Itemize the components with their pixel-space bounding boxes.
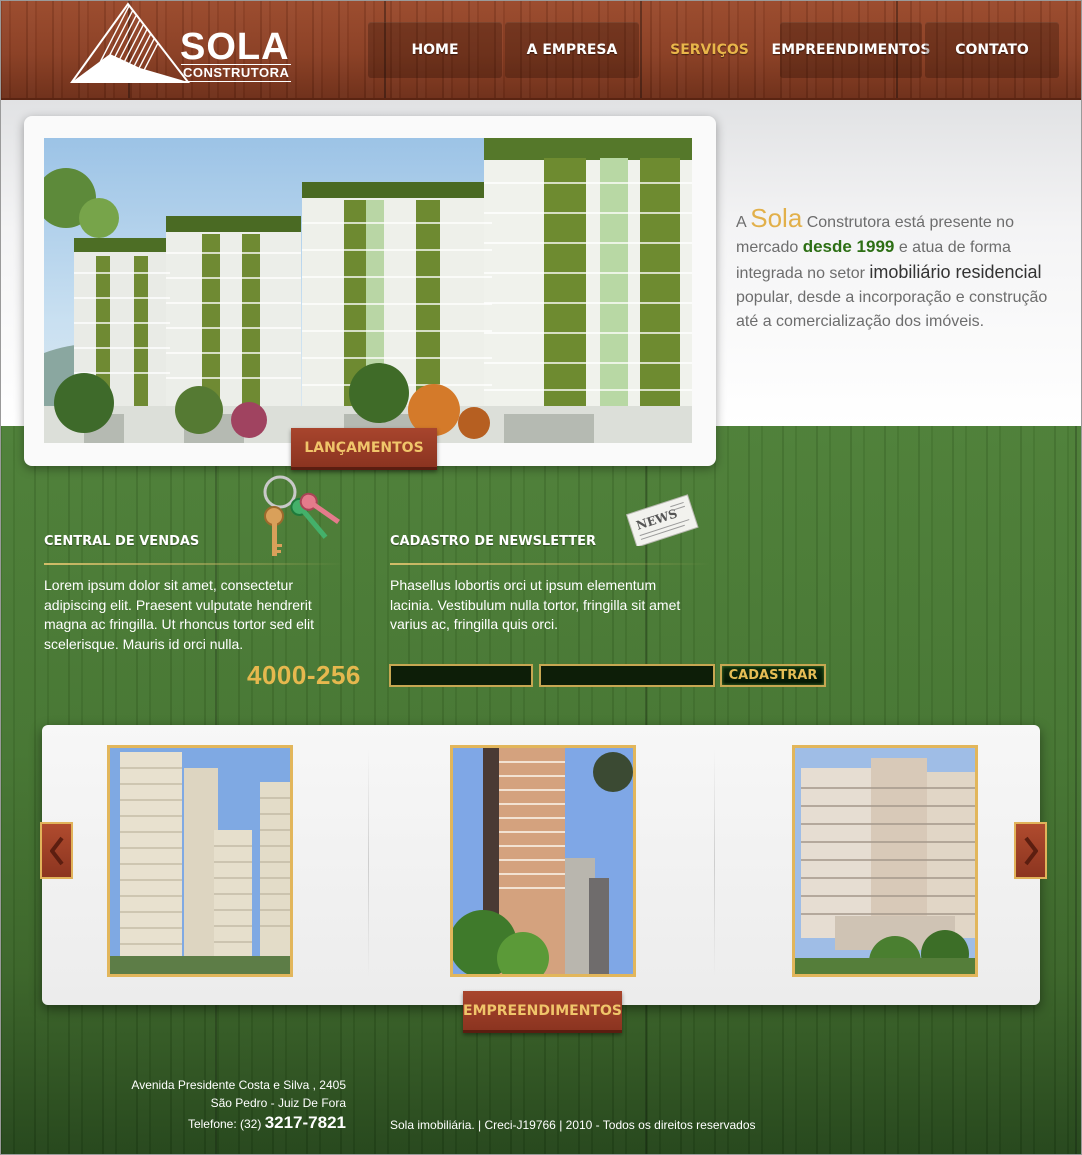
carousel-divider	[714, 748, 715, 978]
lancamentos-badge[interactable]: LANÇAMENTOS	[291, 428, 437, 470]
main-nav: HOME A EMPRESA SERVIÇOS EMPREENDIMENTOS …	[368, 22, 1062, 78]
logo-subtitle: CONSTRUTORA	[181, 64, 292, 82]
nav-contato[interactable]: CONTATO	[925, 22, 1059, 78]
newspaper-icon: NEWS	[625, 494, 699, 546]
intro-paragraph: A Sola Construtora está presente no merc…	[736, 203, 1056, 334]
logo[interactable]: SOLA CONSTRUTORA	[70, 2, 292, 84]
carousel-prev-button[interactable]	[40, 822, 73, 879]
newsletter-name-input[interactable]	[389, 664, 533, 687]
sales-title: CENTRAL DE VENDAS	[44, 534, 200, 549]
nav-servicos[interactable]: SERVIÇOS	[642, 22, 777, 78]
header: SOLA CONSTRUTORA HOME A EMPRESA SERVIÇOS…	[0, 0, 1082, 100]
logo-mountain-icon	[70, 2, 191, 83]
sales-text: Lorem ipsum dolor sit amet, consectetur …	[44, 577, 315, 652]
footer-phone-number: 3217-7821	[264, 1113, 346, 1132]
chevron-right-icon	[1023, 836, 1038, 865]
sales-divider	[44, 563, 344, 565]
nav-a-empresa[interactable]: A EMPRESA	[505, 22, 639, 78]
newsletter-text: Phasellus lobortis orci ut ipsum element…	[390, 577, 681, 632]
footer-phone-label: Telefone: (32)	[187, 1117, 265, 1131]
footer-phone: Telefone: (32) 3217-7821	[80, 1114, 346, 1133]
hero-building-image[interactable]	[44, 138, 692, 443]
tower-image	[453, 748, 633, 974]
sales-phone: 4000-256	[247, 660, 361, 690]
nav-empreendimentos[interactable]: EMPREENDIMENTOS	[772, 22, 930, 78]
building-illustration	[44, 138, 692, 443]
intro-since: desde 1999	[802, 237, 895, 256]
footer-copyright: Sola imobiliária. | Creci-J19766 | 2010 …	[390, 1118, 756, 1132]
carousel-thumb-2[interactable]	[450, 745, 636, 977]
intro-a: A	[736, 214, 751, 231]
carousel-thumb-1[interactable]	[107, 745, 293, 977]
tower-image	[110, 748, 290, 974]
nav-home[interactable]: HOME	[368, 22, 502, 78]
newsletter-title: CADASTRO DE NEWSLETTER	[390, 534, 597, 549]
carousel-next-button[interactable]	[1014, 822, 1047, 879]
carousel-thumb-3[interactable]	[792, 745, 978, 977]
intro-sector: imobiliário residencial	[869, 262, 1042, 282]
keys-icon	[263, 475, 340, 556]
intro-part3: popular, desde a incorporação e construç…	[736, 289, 1048, 330]
tower-image	[795, 748, 975, 974]
intro-brand: Sola	[750, 203, 803, 233]
chevron-left-icon	[49, 836, 64, 865]
empreendimentos-badge[interactable]: EMPREENDIMENTOS	[463, 991, 622, 1033]
cadastrar-button[interactable]: CADASTRAR	[720, 664, 826, 687]
logo-wordmark: SOLA	[180, 26, 290, 68]
carousel-divider	[368, 748, 369, 978]
footer-address-line1: Avenida Presidente Costa e Silva , 2405	[131, 1078, 346, 1092]
newsletter-divider	[390, 563, 710, 565]
footer-address-line2: São Pedro - Juiz De Fora	[210, 1096, 346, 1110]
footer-address: Avenida Presidente Costa e Silva , 2405 …	[80, 1076, 346, 1133]
newsletter-email-input[interactable]	[539, 664, 715, 687]
